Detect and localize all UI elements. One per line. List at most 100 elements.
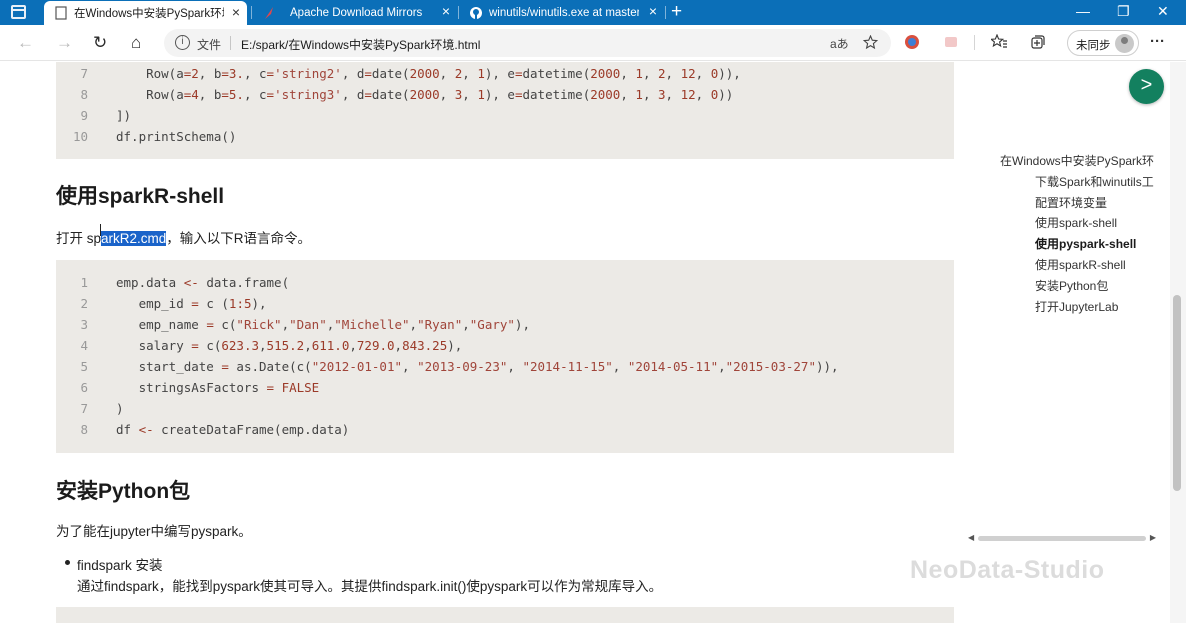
url-text[interactable]: E:/spark/在Windows中安装PySpark环境.html bbox=[241, 36, 480, 53]
toc-item[interactable]: 打开JupyterLab bbox=[1035, 298, 1118, 315]
tab-title: 在Windows中安装PySpark环境 - bbox=[74, 8, 224, 20]
code-line: 6 stringsAsFactors = FALSE bbox=[56, 377, 954, 398]
new-tab-button[interactable]: + bbox=[671, 2, 682, 22]
close-window-button[interactable]: ✕ bbox=[1157, 3, 1169, 20]
tab-title: winutils/winutils.exe at master bbox=[489, 6, 639, 19]
toc-item[interactable]: 下载Spark和winutils工 bbox=[1035, 173, 1154, 190]
favorites-icon[interactable] bbox=[989, 33, 1008, 53]
forward-button[interactable]: → bbox=[56, 33, 73, 53]
toc-item[interactable]: 使用sparkR-shell bbox=[1035, 256, 1126, 273]
code-text: emp.data <- data.frame( bbox=[116, 275, 290, 290]
line-number: 5 bbox=[80, 359, 88, 374]
line-number: 2 bbox=[80, 296, 88, 311]
scroll-left-icon[interactable]: ◀ bbox=[968, 533, 974, 542]
tab-winutils[interactable]: winutils/winutils.exe at master × bbox=[459, 0, 664, 25]
home-button[interactable]: ⌂ bbox=[131, 33, 141, 53]
code-line: 4 salary = c(623.3,515.2,611.0,729.0,843… bbox=[56, 335, 954, 356]
code-text: stringsAsFactors = FALSE bbox=[116, 380, 320, 395]
toc-item[interactable]: 使用pyspark-shell bbox=[1035, 235, 1136, 252]
minimize-button[interactable]: — bbox=[1076, 3, 1090, 19]
code-block-sparkr: 1 emp.data <- data.frame( 2 emp_id = c (1:… bbox=[56, 260, 954, 453]
code-line: 9]) bbox=[56, 105, 954, 126]
add-favorite-icon[interactable] bbox=[862, 34, 879, 53]
scrollbar-thumb[interactable] bbox=[978, 536, 1146, 541]
code-text: df.printSchema() bbox=[116, 129, 237, 144]
page-vertical-scrollbar[interactable] bbox=[1170, 62, 1186, 623]
bullet-dot bbox=[65, 560, 70, 565]
text-cursor bbox=[100, 224, 101, 236]
code-line: 5 start_date = as.Date(c("2012-01-01", "… bbox=[56, 356, 954, 377]
refresh-button[interactable]: ↻ bbox=[93, 33, 107, 53]
code-text: ) bbox=[116, 401, 124, 416]
restore-button[interactable]: ❐ bbox=[1117, 3, 1130, 20]
code-block-next bbox=[56, 607, 954, 623]
toc-item[interactable]: 配置环境变量 bbox=[1035, 194, 1107, 211]
code-text: Row(a=4, b=5., c='string3', d=date(2000,… bbox=[116, 87, 734, 102]
github-icon bbox=[469, 6, 483, 20]
code-text: salary = c(623.3,515.2,611.0,729.0,843.2… bbox=[116, 338, 463, 353]
line-number: 9 bbox=[80, 108, 88, 123]
line-number: 8 bbox=[80, 87, 88, 102]
more-options-icon[interactable]: ··· bbox=[1150, 33, 1165, 50]
code-line: 1 emp.data <- data.frame( bbox=[56, 272, 954, 293]
file-label: 文件 bbox=[197, 38, 222, 52]
selected-text[interactable]: arkR2.cmd bbox=[101, 231, 167, 246]
code-text: emp_id = c (1:5), bbox=[116, 296, 267, 311]
code-line: 8 Row(a=4, b=5., c='string3', d=date(200… bbox=[56, 84, 954, 105]
instruction-text: ，输入以下R语言命令。 bbox=[166, 231, 312, 246]
line-number: 3 bbox=[80, 317, 88, 332]
line-number: 6 bbox=[80, 380, 88, 395]
code-text: emp_name = c("Rick","Dan","Michelle","Ry… bbox=[116, 317, 530, 332]
code-line: 8 df <- createDataFrame(emp.data) bbox=[56, 419, 954, 440]
address-bar[interactable]: i 文件 E:/spark/在Windows中安装PySpark环境.html … bbox=[164, 29, 891, 57]
back-button[interactable]: ← bbox=[17, 33, 34, 53]
scrollbar-thumb[interactable] bbox=[1173, 295, 1181, 491]
code-line: 2 emp_id = c (1:5), bbox=[56, 293, 954, 314]
avatar-icon bbox=[1115, 34, 1134, 53]
extension-puzzle-icon[interactable] bbox=[943, 34, 959, 53]
code-block-pyspark: 7 Row(a=2, b=3., c='string2', d=date(200… bbox=[56, 62, 954, 159]
toc-item[interactable]: 安装Python包 bbox=[1035, 277, 1108, 294]
info-icon[interactable]: i bbox=[175, 35, 190, 50]
heading-install-python: 安装Python包 bbox=[56, 480, 191, 503]
url-divider bbox=[230, 36, 231, 50]
code-text: start_date = as.Date(c("2012-01-01", "20… bbox=[116, 359, 839, 374]
collections-icon[interactable] bbox=[1030, 34, 1046, 53]
sparkr-instructions: 打开 sparkR2.cmd，输入以下R语言命令。 bbox=[56, 227, 311, 247]
read-aloud-icon[interactable]: aあ bbox=[830, 35, 849, 52]
code-text: Row(a=2, b=3., c='string2', d=date(2000,… bbox=[116, 66, 741, 81]
tab-close-icon[interactable]: × bbox=[442, 4, 450, 18]
tab-actions-menu-icon[interactable] bbox=[11, 5, 26, 19]
line-number: 7 bbox=[80, 66, 88, 81]
extension-circle-icon[interactable] bbox=[904, 34, 920, 53]
toc-item[interactable]: 使用spark-shell bbox=[1035, 214, 1117, 231]
toc-horizontal-scrollbar[interactable]: ◀ ▶ bbox=[968, 533, 1156, 544]
code-line: 7) bbox=[56, 398, 954, 419]
toolbar-divider bbox=[974, 35, 975, 50]
instruction-text: 打开 sp bbox=[56, 231, 102, 246]
line-number: 4 bbox=[80, 338, 88, 353]
tab-apache-mirrors[interactable]: Apache Download Mirrors × bbox=[252, 0, 457, 25]
python-intro: 为了能在jupyter中编写pyspark。 bbox=[56, 524, 252, 539]
code-line: 10 df.printSchema() bbox=[56, 126, 954, 147]
profile-button[interactable]: 未同步 bbox=[1067, 30, 1139, 56]
bullet-description: 通过findspark，能找到pyspark使其可导入。其提供findspark… bbox=[77, 579, 663, 594]
line-number: 7 bbox=[80, 401, 88, 416]
line-number: 1 bbox=[80, 275, 88, 290]
tab-close-icon[interactable]: × bbox=[232, 5, 240, 19]
tab-close-icon[interactable]: × bbox=[649, 4, 657, 18]
page-icon bbox=[54, 6, 68, 20]
watermark: NeoData-Studio bbox=[910, 556, 1105, 584]
code-line: 7 Row(a=2, b=3., c='string2', d=date(200… bbox=[56, 63, 954, 84]
heading-sparkr-shell: 使用sparkR-shell bbox=[56, 185, 225, 208]
line-number: 8 bbox=[80, 422, 88, 437]
tab-strip: 在Windows中安装PySpark环境 - × Apache Download… bbox=[0, 0, 1186, 25]
toc-toggle-button[interactable]: > bbox=[1129, 69, 1164, 104]
scroll-right-icon[interactable]: ▶ bbox=[1150, 533, 1156, 542]
profile-label: 未同步 bbox=[1076, 40, 1111, 52]
tab-pyspark-guide[interactable]: 在Windows中安装PySpark环境 - × bbox=[44, 1, 247, 25]
tab-divider bbox=[665, 6, 666, 19]
tab-title: Apache Download Mirrors bbox=[290, 6, 423, 19]
toc-item[interactable]: 在Windows中安装PySpark环 bbox=[1000, 152, 1154, 169]
code-text: df <- createDataFrame(emp.data) bbox=[116, 422, 350, 437]
